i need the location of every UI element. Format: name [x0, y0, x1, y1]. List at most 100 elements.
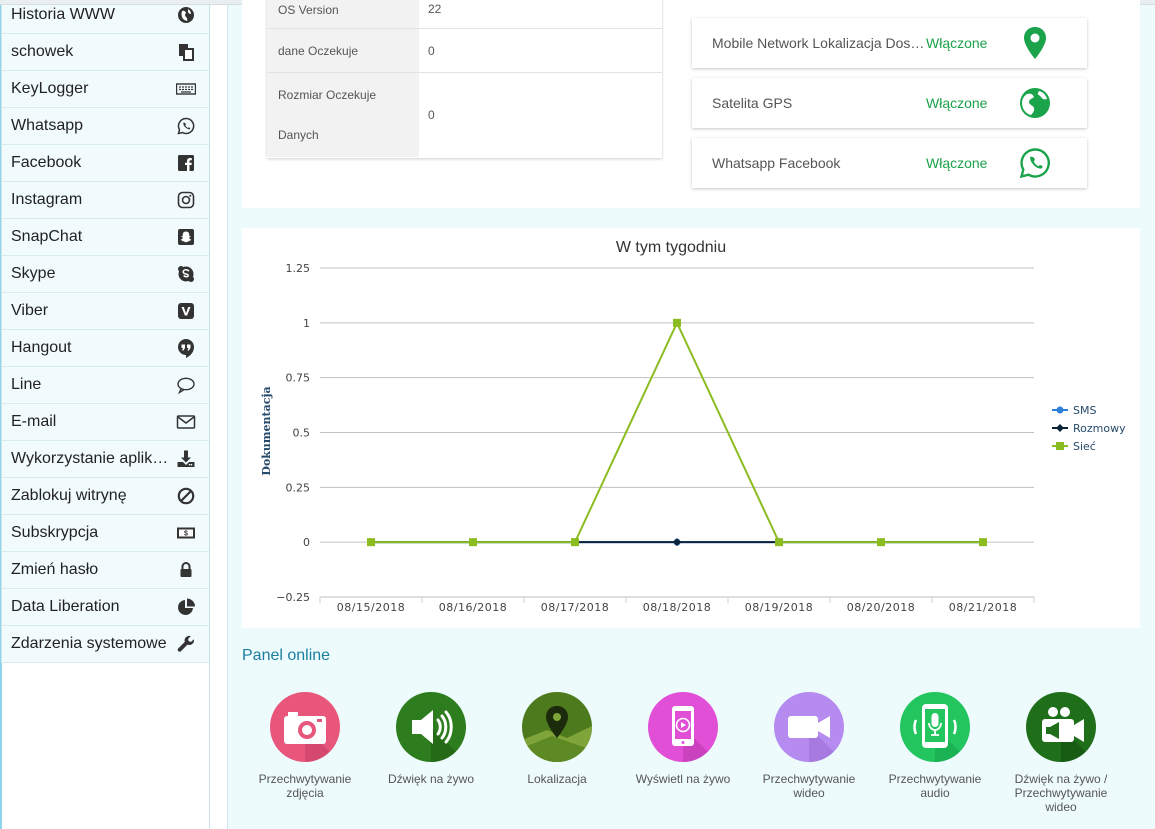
sidebar-item-label: Historia WWW [11, 6, 115, 23]
speaker-icon [396, 692, 466, 762]
chart-legend-label: Rozmowy [1073, 422, 1126, 435]
chart-legend: SMS Rozmowy Sieć [1052, 404, 1126, 453]
chart-y-tick-label: 1.25 [286, 262, 311, 275]
status-name: Whatsapp Facebook [712, 155, 841, 171]
sidebar-item-skype[interactable]: Skype [1, 256, 209, 293]
pie-chart-icon [175, 596, 197, 618]
sidebar-item-historia-www[interactable]: Historia WWW [1, 0, 209, 34]
panel-online-title: Panel online [242, 647, 331, 664]
sidebar-item-label: Zdarzenia systemowe [11, 635, 167, 652]
status-name: Mobile Network Lokalizacja Dostępna [712, 35, 926, 51]
chart-x-tick-label: 08/15/2018 [337, 601, 405, 614]
sidebar-item-subskrypcja[interactable]: Subskrypcja $ [1, 515, 209, 552]
sidebar-item-zdarzenia-systemowe[interactable]: Zdarzenia systemowe [1, 626, 209, 663]
chart-point [367, 538, 375, 547]
lock-icon [175, 559, 197, 581]
tile-live-audio[interactable]: Dźwięk na żywo [376, 692, 486, 786]
location-icon [522, 692, 592, 762]
chart-y-tick-label: 0 [303, 536, 310, 549]
camera-icon [270, 692, 340, 762]
tile-live-audio-video[interactable]: Dźwięk na żywo / Przechwytywanie wideo [1006, 692, 1116, 814]
globe-icon [1018, 86, 1052, 120]
chart-y-tick-label: 0.5 [293, 427, 311, 440]
chart-legend-marker [1056, 424, 1064, 432]
chart-y-axis-label: Dokumentacja [260, 386, 273, 475]
sidebar-item-hangout[interactable]: Hangout [1, 330, 209, 367]
sidebar-item-label: Whatsapp [11, 117, 84, 134]
sidebar-item-data-liberation[interactable]: Data Liberation [1, 589, 209, 626]
sidebar-menu: Historia WWW schowek KeyLogger Whatsapp … [1, 0, 209, 663]
hangout-icon [175, 337, 197, 359]
sidebar-item-label: Skype [11, 265, 56, 282]
sidebar-item-label: Zmień hasło [11, 561, 99, 578]
sidebar-item-schowek[interactable]: schowek [1, 34, 209, 71]
chart-x-ticks: 08/15/2018 08/16/2018 08/17/2018 08/18/2018… [319, 597, 1035, 614]
weekly-chart-panel: W tym tygodniu Dokumentacja 1.25 1 0.75 0.5… [242, 228, 1140, 628]
sidebar-item-line[interactable]: Line [1, 367, 209, 404]
info-key: OS Version [267, 0, 419, 28]
sidebar-item-zablokuj-witryne[interactable]: Zablokuj witrynę [1, 478, 209, 515]
chart-y-tick-label: 0.25 [286, 481, 311, 494]
chart-point [673, 538, 681, 547]
sidebar-item-label: Viber [11, 302, 49, 319]
skype-icon [175, 263, 197, 285]
sidebar-item-label: Instagram [11, 191, 83, 208]
sidebar-item-facebook[interactable]: Facebook [1, 145, 209, 182]
sidebar-item-whatsapp[interactable]: Whatsapp [1, 108, 209, 145]
sidebar-item-label: Wykorzystanie aplikacji [11, 450, 175, 467]
chart-legend-label: SMS [1073, 404, 1096, 417]
info-value: 22 [428, 2, 442, 16]
tile-label: Lokalizacja [527, 772, 587, 786]
sidebar-item-instagram[interactable]: Instagram [1, 182, 209, 219]
viber-icon [175, 300, 197, 322]
sidebar-item-label: schowek [11, 43, 74, 60]
tile-capture-video[interactable]: Przechwytywanie wideo [754, 692, 864, 800]
tile-capture-audio[interactable]: Przechwytywanie audio [880, 692, 990, 800]
tile-live-view[interactable]: Wyświetl na żywo [628, 692, 738, 786]
video-camera-icon [774, 692, 844, 762]
device-info-table: OS Version 22 dane Oczekuje 0 Rozmiar Oc… [267, 0, 662, 158]
chart-legend-item: Sieć [1052, 440, 1096, 453]
snapchat-icon [175, 226, 197, 248]
status-card-whatsapp-facebook: Whatsapp Facebook Włączone [692, 138, 1087, 188]
chart-legend-item: SMS [1052, 404, 1096, 417]
tile-location[interactable]: Lokalizacja [502, 692, 612, 786]
sidebar-item-zmien-haslo[interactable]: Zmień hasło [1, 552, 209, 589]
app-window: Historia WWW schowek KeyLogger Whatsapp … [0, 0, 1155, 829]
chart-point [979, 538, 987, 547]
info-row: Rozmiar Oczekuje Danych 0 [267, 73, 662, 157]
sidebar-item-label: Hangout [11, 339, 72, 356]
sidebar-item-keylogger[interactable]: KeyLogger [1, 71, 209, 108]
sidebar-item-viber[interactable]: Viber [1, 293, 209, 330]
status-card-gps: Satelita GPS Włączone [692, 78, 1087, 128]
globe-icon [175, 4, 197, 26]
chart-x-tick-label: 08/16/2018 [439, 601, 507, 614]
tile-label: Przechwytywanie wideo [762, 772, 856, 800]
status-state: Włączone [926, 35, 988, 51]
info-row: dane Oczekuje 0 [267, 29, 662, 73]
phone-play-icon [648, 692, 718, 762]
info-value: 0 [428, 108, 435, 122]
tile-capture-photo[interactable]: Przechwytywanie zdjęcia [250, 692, 360, 800]
tile-label: Dźwięk na żywo / Przechwytywanie wideo [1014, 772, 1108, 814]
info-key-line: Danych [278, 128, 319, 142]
chart-legend-marker [1056, 406, 1064, 414]
status-state: Włączone [926, 155, 988, 171]
sidebar-item-label: E-mail [11, 413, 57, 430]
keyboard-icon [175, 78, 197, 100]
chart-point [469, 538, 477, 547]
tile-label: Dźwięk na żywo [387, 772, 475, 786]
sidebar-item-label: Line [11, 376, 42, 393]
info-row: OS Version 22 [267, 0, 662, 29]
envelope-icon [175, 411, 197, 433]
sidebar-item-wykorzystanie-aplikacji[interactable]: Wykorzystanie aplikacji [1, 441, 209, 478]
chat-bubble-icon [175, 374, 197, 396]
sidebar-item-e-mail[interactable]: E-mail [1, 404, 209, 441]
chart-x-tick-label: 08/18/2018 [643, 601, 711, 614]
chart-x-tick-label: 08/20/2018 [847, 601, 915, 614]
clipboard-icon [175, 41, 197, 63]
whatsapp-icon [175, 115, 197, 137]
chart-point [571, 538, 579, 547]
chart-legend-label: Sieć [1073, 440, 1096, 453]
sidebar-item-snapchat[interactable]: SnapChat [1, 219, 209, 256]
